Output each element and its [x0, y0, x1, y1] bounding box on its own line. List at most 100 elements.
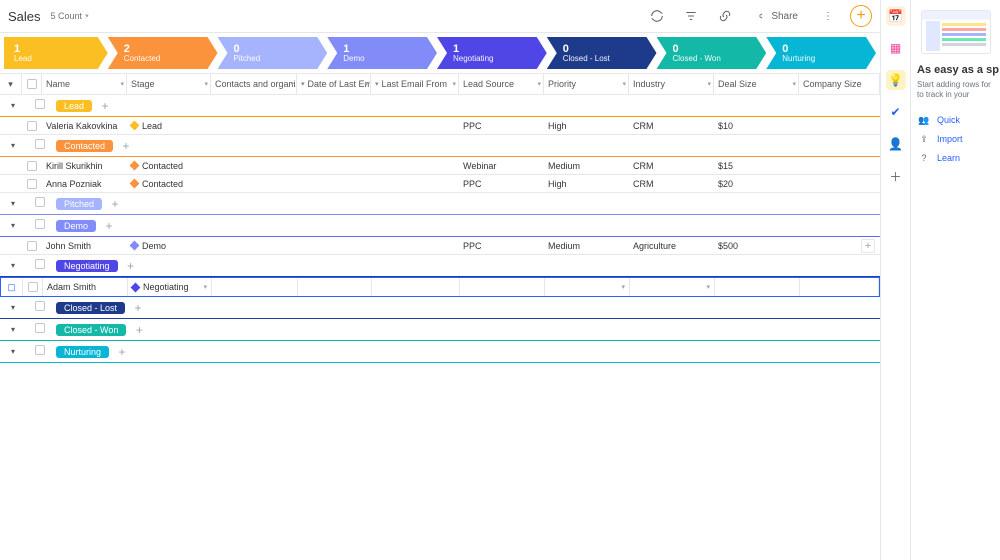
pipeline-stage-nurturing[interactable]: 0Nurturing [766, 37, 876, 69]
row-checkbox[interactable] [23, 278, 43, 296]
table-row[interactable]: Valeria KakovkinaLead PPCHighCRM$10 [0, 117, 880, 135]
group-add-row[interactable]: + [124, 259, 138, 273]
cell-date-last-email[interactable] [298, 278, 372, 296]
pipeline-stage-contacted[interactable]: 2Contacted [108, 37, 218, 69]
group-add-row[interactable]: + [108, 197, 122, 211]
pipeline-stage-pitched[interactable]: 0Pitched [218, 37, 328, 69]
cell-priority[interactable]: High [544, 117, 629, 134]
cell-lead-source[interactable]: PPC [459, 175, 544, 192]
table-row[interactable]: Anna PozniakContactedPPCHighCRM$20 [0, 175, 880, 193]
cell-industry[interactable]: Agriculture [629, 237, 714, 254]
row-count[interactable]: 5 Count▾ [51, 11, 89, 21]
row-checkbox[interactable] [22, 157, 42, 174]
group-checkbox[interactable] [30, 345, 50, 358]
row-checkbox[interactable] [22, 175, 42, 192]
group-tag[interactable]: Lead [56, 100, 92, 112]
learn-link[interactable]: ?Learn [917, 149, 994, 167]
cell-industry[interactable]: CRM [629, 117, 714, 134]
cell-deal-size[interactable]: $500 [714, 237, 799, 254]
more-button[interactable]: ⋮ [816, 4, 840, 28]
group-add-row[interactable]: + [131, 301, 145, 315]
col-stage[interactable]: Stage▾ [127, 74, 211, 94]
col-contacts[interactable]: Contacts and organizati▾ [211, 74, 297, 94]
group-collapse-toggle[interactable]: ▾ [2, 141, 24, 150]
col-lead-source[interactable]: Lead Source▾ [459, 74, 544, 94]
group-collapse-toggle[interactable]: ▾ [2, 347, 24, 356]
col-date-last-email[interactable]: Date of Last Email▾ [297, 74, 371, 94]
cell-stage[interactable]: Contacted [127, 175, 211, 192]
pipeline-stage-closed-lost[interactable]: 0Closed - Lost [547, 37, 657, 69]
group-tag[interactable]: Closed - Lost [56, 302, 125, 314]
cell-name[interactable]: Anna Pozniak [42, 175, 127, 192]
group-checkbox[interactable] [30, 99, 50, 112]
cell-company-size[interactable] [799, 117, 880, 134]
table-row[interactable]: John SmithDemo PPCMediumAgriculture$500 + [0, 237, 880, 255]
cell-stage[interactable]: Lead [127, 117, 211, 134]
group-collapse-toggle[interactable]: ▾ [2, 199, 24, 208]
group-collapse-toggle[interactable]: ▾ [2, 101, 24, 110]
group-tag[interactable]: Negotiating [56, 260, 118, 272]
row-expand[interactable]: ▢ [1, 278, 23, 296]
pipeline-stage-closed-won[interactable]: 0Closed - Won [657, 37, 767, 69]
group-collapse-toggle[interactable]: ▾ [2, 261, 24, 270]
cell-stage[interactable]: Demo [127, 237, 211, 254]
group-checkbox[interactable] [30, 323, 50, 336]
filter-button[interactable] [679, 4, 703, 28]
cell-industry[interactable]: CRM [629, 157, 714, 174]
cell-priority[interactable]: Medium [544, 237, 629, 254]
table-row[interactable]: Kirill SkurikhinContactedWebinarMediumCR… [0, 157, 880, 175]
row-add-button[interactable]: + [861, 239, 875, 253]
cell-lead-source[interactable]: Webinar [459, 157, 544, 174]
col-deal-size[interactable]: Deal Size▾ [714, 74, 799, 94]
cell-name[interactable]: John Smith [42, 237, 127, 254]
row-expand[interactable] [0, 237, 22, 254]
group-checkbox[interactable] [30, 259, 50, 272]
col-name[interactable]: Name▾ [42, 74, 127, 94]
cell-deal-size[interactable]: $15 [714, 157, 799, 174]
add-record-button[interactable]: + [850, 5, 872, 27]
refresh-button[interactable] [645, 4, 669, 28]
cell-last-email-from[interactable] [372, 278, 460, 296]
pipeline-stage-negotiating[interactable]: 1Negotiating [437, 37, 547, 69]
cell-contacts[interactable] [211, 175, 297, 192]
cell-company-size[interactable] [799, 175, 880, 192]
group-tag[interactable]: Pitched [56, 198, 102, 210]
group-checkbox[interactable] [30, 197, 50, 210]
rail-tasks-icon[interactable]: ✔ [886, 102, 906, 122]
cell-contacts[interactable] [212, 278, 298, 296]
group-tag[interactable]: Nurturing [56, 346, 109, 358]
rail-add-icon[interactable]: ＋ [886, 166, 906, 186]
group-add-row[interactable]: + [132, 323, 146, 337]
rail-keep-icon[interactable]: 💡 [886, 70, 906, 90]
quick-start-link[interactable]: 👥Quick [917, 111, 994, 130]
group-add-row[interactable]: + [119, 139, 133, 153]
group-tag[interactable]: Closed - Won [56, 324, 126, 336]
cell-last-email-from[interactable] [371, 117, 459, 134]
rail-contacts-icon[interactable]: 👤 [886, 134, 906, 154]
group-collapse-toggle[interactable]: ▾ [2, 325, 24, 334]
cell-name[interactable]: Kirill Skurikhin [42, 157, 127, 174]
row-expand[interactable] [0, 117, 22, 134]
cell-priority[interactable]: Medium [544, 157, 629, 174]
link-button[interactable] [713, 4, 737, 28]
group-add-row[interactable]: + [115, 345, 129, 359]
rail-board-icon[interactable]: ▦ [886, 38, 906, 58]
pipeline-stage-demo[interactable]: 1Demo [327, 37, 437, 69]
cell-last-email-from[interactable] [371, 237, 459, 254]
col-industry[interactable]: Industry▾ [629, 74, 714, 94]
cell-name[interactable]: Valeria Kakovkina [42, 117, 127, 134]
cell-date-last-email[interactable] [297, 157, 371, 174]
group-add-row[interactable]: + [98, 99, 112, 113]
row-expand[interactable] [0, 157, 22, 174]
cell-last-email-from[interactable] [371, 175, 459, 192]
cell-lead-source[interactable]: PPC [459, 237, 544, 254]
cell-priority[interactable]: ▾ [545, 278, 630, 296]
cell-company-size[interactable] [800, 278, 879, 296]
cell-date-last-email[interactable] [297, 237, 371, 254]
cell-last-email-from[interactable] [371, 157, 459, 174]
group-collapse-toggle[interactable]: ▾ [2, 303, 24, 312]
cell-lead-source[interactable]: PPC [459, 117, 544, 134]
cell-deal-size[interactable]: $10 [714, 117, 799, 134]
row-checkbox[interactable] [22, 237, 42, 254]
rail-calendar-icon[interactable]: 📅 [886, 6, 906, 26]
